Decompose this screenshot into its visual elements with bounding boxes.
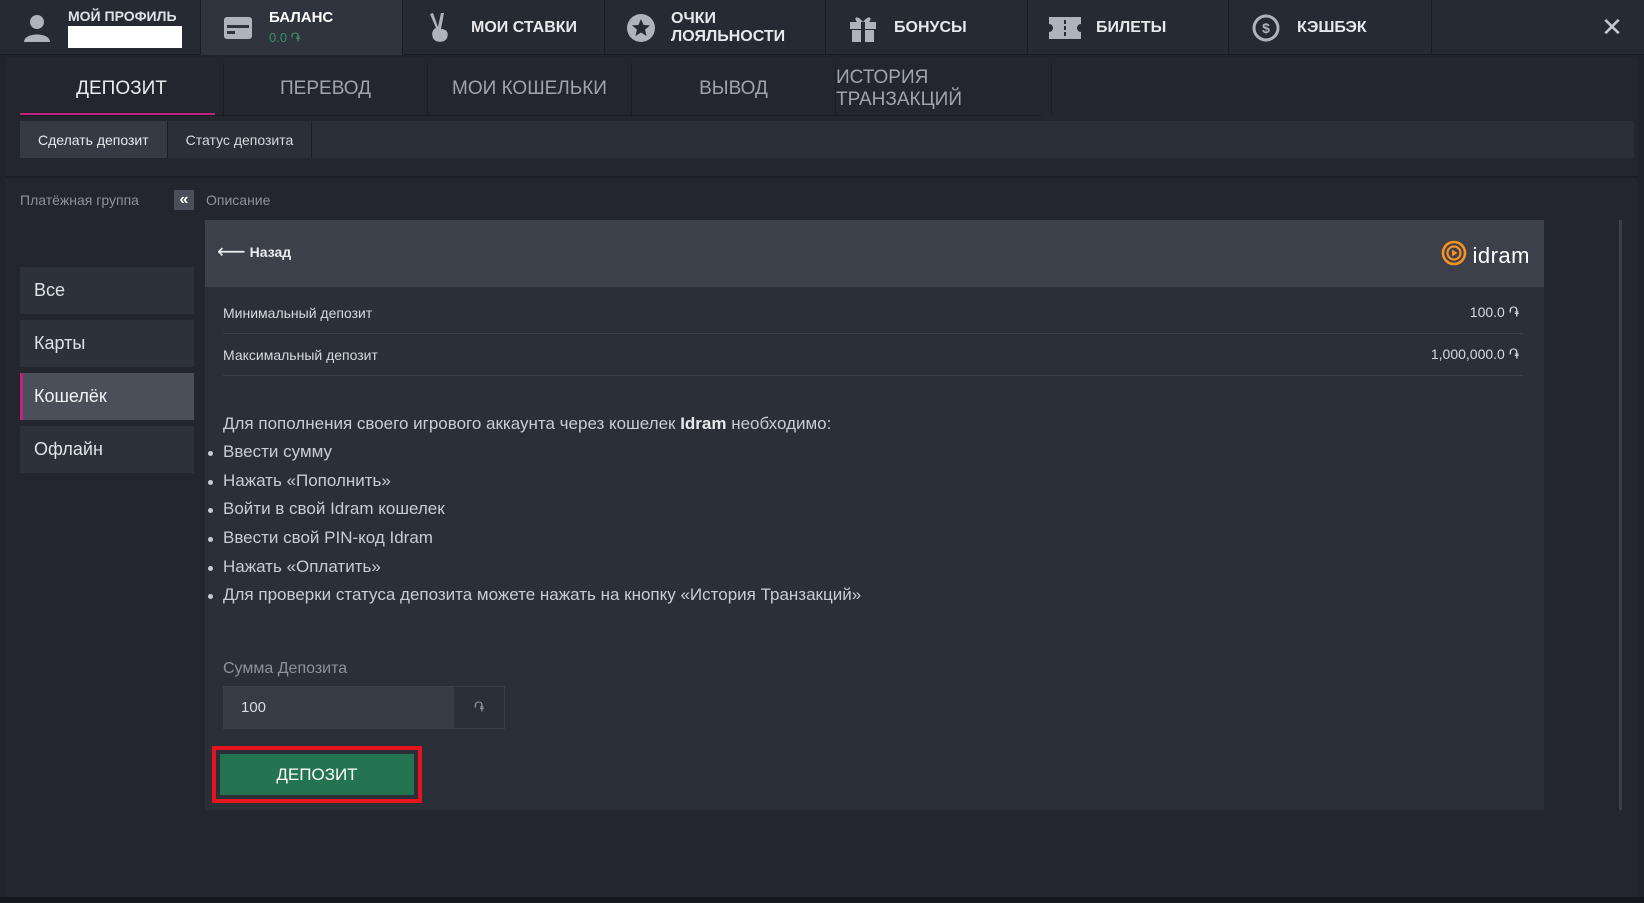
- intro-text-end: необходимо:: [726, 414, 832, 433]
- nav-my-profile[interactable]: МОЙ ПРОФИЛЬ: [0, 0, 201, 55]
- deposit-button-highlight: ДЕПОЗИТ: [212, 746, 422, 803]
- deposit-amount-field: ֏: [223, 686, 505, 729]
- sub-tabs: Сделать депозит Статус депозита: [20, 121, 1634, 158]
- min-deposit-row: Минимальный депозит 100.0 ֏: [223, 292, 1523, 334]
- max-deposit-label: Максимальный депозит: [223, 346, 378, 363]
- subtab-make-deposit[interactable]: Сделать депозит: [20, 121, 168, 158]
- instructions-list: Ввести сумму Нажать «Пополнить» Войти в …: [207, 442, 861, 614]
- idram-logo: idram: [1441, 240, 1530, 271]
- cashback-icon: $: [1249, 13, 1283, 43]
- sidebar-item-all[interactable]: Все: [20, 267, 194, 314]
- list-item: Войти в свой Idram кошелек: [207, 499, 861, 528]
- deposit-amount-label: Сумма Депозита: [223, 660, 348, 677]
- subtab-deposit-status[interactable]: Статус депозита: [168, 121, 313, 158]
- instructions-intro: Для пополнения своего игрового аккаунта …: [223, 414, 831, 434]
- wallet-icon: [221, 13, 255, 43]
- profile-label: МОЙ ПРОФИЛЬ: [68, 7, 177, 24]
- nav-loyalty-points[interactable]: ОЧКИ ЛОЯЛЬНОСТИ: [605, 0, 826, 55]
- max-deposit-value: 1,000,000.0 ֏: [1430, 346, 1519, 362]
- page-bottom-strip: [0, 897, 1644, 903]
- nav-balance[interactable]: БАЛАНС 0.0 ֏: [201, 0, 403, 55]
- nav-my-bets-label: МОИ СТАВКИ: [471, 18, 578, 36]
- sidebar-item-cards[interactable]: Карты: [20, 320, 194, 367]
- balance-label: БАЛАНС: [269, 9, 334, 26]
- list-item: Ввести свой PIN-код Idram: [207, 528, 861, 557]
- back-button[interactable]: ⟵ Назад: [217, 241, 292, 263]
- list-item: Ввести сумму: [207, 442, 861, 471]
- nav-cashback[interactable]: $ КЭШБЭК: [1229, 0, 1432, 55]
- min-deposit-value: 100.0 ֏: [1469, 304, 1519, 320]
- deposit-amount-input[interactable]: [224, 687, 454, 728]
- payment-group-title: Платёжная группа: [20, 192, 139, 208]
- sidebar-item-wallet[interactable]: Кошелёк: [20, 373, 194, 420]
- nav-tickets[interactable]: БИЛЕТЫ: [1028, 0, 1229, 55]
- tab-deposit[interactable]: ДЕПОЗИТ: [20, 63, 224, 115]
- nav-cashback-label: КЭШБЭК: [1297, 18, 1367, 36]
- svg-text:$: $: [1262, 20, 1270, 36]
- list-item: Нажать «Пополнить»: [207, 471, 861, 500]
- tabs-underline: [20, 115, 1042, 116]
- details-header: ⟵ Назад idram: [205, 220, 1544, 287]
- profile-redacted-id: [68, 25, 182, 48]
- nav-tickets-label: БИЛЕТЫ: [1096, 18, 1167, 36]
- tab-withdraw[interactable]: ВЫВОД: [632, 63, 836, 115]
- deposit-button[interactable]: ДЕПОЗИТ: [220, 754, 414, 795]
- content-scrollbar[interactable]: [1619, 220, 1622, 810]
- idram-logo-icon: [1441, 240, 1467, 271]
- description-title: Описание: [206, 192, 271, 208]
- ticket-icon: [1048, 13, 1082, 43]
- tab-my-wallets[interactable]: МОИ КОШЕЛЬКИ: [428, 63, 632, 115]
- payment-method-details: ⟵ Назад idram Минимальный депозит 100.0 …: [205, 220, 1544, 810]
- nav-bonuses-label: БОНУСЫ: [894, 18, 967, 36]
- logo-text: idram: [1472, 242, 1530, 268]
- star-icon: [625, 13, 657, 43]
- balance-panel: ДЕПОЗИТ ПЕРЕВОД МОИ КОШЕЛЬКИ ВЫВОД ИСТОР…: [6, 57, 1638, 897]
- intro-bold: Idram: [680, 414, 727, 433]
- tab-transaction-history[interactable]: ИСТОРИЯ ТРАНЗАКЦИЙ: [836, 63, 1052, 115]
- user-icon: [20, 13, 54, 43]
- balance-value: 0.0 ֏: [269, 30, 301, 45]
- sidebar-item-offline[interactable]: Офлайн: [20, 426, 194, 473]
- list-item: Нажать «Оплатить»: [207, 557, 861, 586]
- tab-transfer[interactable]: ПЕРЕВОД: [224, 63, 428, 115]
- collapse-sidebar-button[interactable]: «: [174, 190, 194, 210]
- intro-text: Для пополнения своего игрового аккаунта …: [223, 414, 681, 433]
- back-label: Назад: [249, 244, 292, 260]
- close-button[interactable]: ✕: [1598, 13, 1626, 41]
- nav-my-bets[interactable]: МОИ СТАВКИ: [403, 0, 605, 55]
- arrow-left-icon: ⟵: [217, 241, 246, 263]
- top-navigation: МОЙ ПРОФИЛЬ БАЛАНС 0.0 ֏ МОИ СТАВКИ ОЧКИ…: [0, 0, 1644, 55]
- max-deposit-row: Максимальный депозит 1,000,000.0 ֏: [223, 334, 1523, 376]
- section-divider: [6, 176, 1638, 178]
- gift-icon: [846, 13, 880, 43]
- nav-loyalty-points-label: ОЧКИ ЛОЯЛЬНОСТИ: [671, 9, 786, 45]
- list-item: Для проверки статуса депозита можете наж…: [207, 585, 861, 614]
- currency-symbol: ֏: [454, 687, 504, 728]
- payment-group-list: Все Карты Кошелёк Офлайн: [20, 267, 194, 479]
- min-deposit-label: Минимальный депозит: [223, 304, 373, 321]
- main-tabs: ДЕПОЗИТ ПЕРЕВОД МОИ КОШЕЛЬКИ ВЫВОД ИСТОР…: [20, 63, 1052, 115]
- nav-bonuses[interactable]: БОНУСЫ: [826, 0, 1028, 55]
- victory-hand-icon: [423, 12, 457, 43]
